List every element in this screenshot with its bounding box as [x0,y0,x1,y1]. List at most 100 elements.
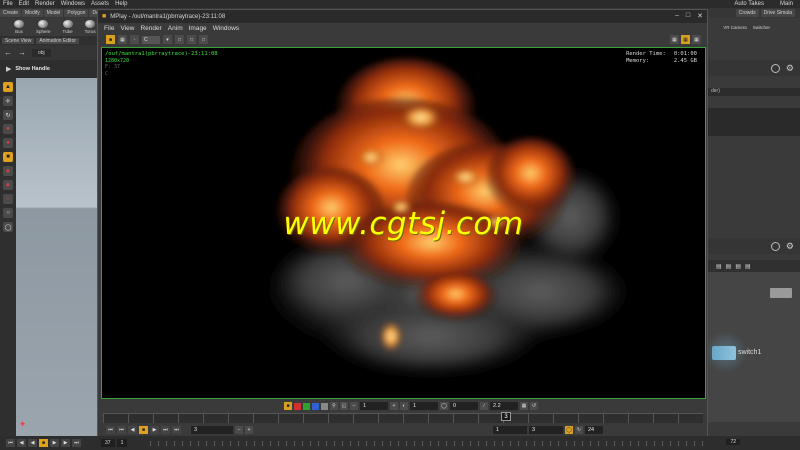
zoom-icon[interactable]: ⚲ [330,402,338,410]
forward-arrow-icon[interactable]: → [18,48,26,57]
network-path[interactable]: obj [32,48,51,57]
network-tool-icon[interactable]: ▤ [735,263,741,270]
alpha-channel-swatch[interactable] [321,402,328,410]
parameter-field[interactable]: der) [708,88,800,96]
render-view[interactable]: /out/mantra1(pbrraytrace)-23:11:08 1280x… [101,47,706,399]
play-button[interactable]: ▶ [150,425,159,434]
range-start-field[interactable]: 1 [493,425,527,434]
auto-takes-toggle[interactable]: Auto Takes [731,1,767,7]
mplay-menu-windows[interactable]: Windows [213,25,239,32]
network-node[interactable] [770,288,792,298]
handle-tool-icon[interactable]: ● [3,138,13,148]
fps-field[interactable]: 24 [585,425,603,434]
black-point-icon[interactable]: ◯ [440,402,448,410]
exposure-minus-icon[interactable]: – [350,402,358,410]
scale-tool-icon[interactable]: ● [3,124,13,134]
shelf-tab-create[interactable]: Create [0,9,22,17]
menu-windows[interactable]: Windows [58,1,88,7]
maximize-icon[interactable]: □ [686,12,690,20]
shelf-tab-polygon[interactable]: Polygon [64,9,89,17]
mplay-menu-view[interactable]: View [120,25,134,32]
mplay-menu-file[interactable]: File [104,25,114,32]
pin-icon[interactable]: ■ [106,35,115,44]
current-frame-marker[interactable]: 3 [501,412,511,421]
black-point-field[interactable]: 0 [450,402,478,410]
current-frame-field[interactable]: 37 [101,439,115,447]
shelf-tab-crowds[interactable]: Crowds [735,9,759,17]
layer-icon[interactable]: ▾ [163,35,172,44]
compare-view-icon[interactable]: ▦ [692,35,701,44]
shelf-tool-box[interactable]: Box [14,20,24,34]
end-frame-field[interactable]: 72 [726,439,740,445]
close-icon[interactable]: ✕ [697,12,703,20]
network-tool-icon[interactable]: ▤ [726,263,732,270]
green-channel-swatch[interactable] [303,402,310,410]
play-back-button[interactable]: ◀ [28,439,37,447]
shelf-tool-vr-camera[interactable]: VR Camera [723,25,747,30]
realtime-toggle-icon[interactable]: ◯ [565,425,573,434]
mplay-menu-anim[interactable]: Anim [168,25,183,32]
main-timeline-ruler[interactable] [150,441,710,446]
reset-display-icon[interactable]: ↺ [530,402,538,410]
exposure-field[interactable]: 1 [360,402,388,410]
handle-arrow-icon[interactable]: ▶ [6,65,11,73]
play-button[interactable]: ▶ [50,439,59,447]
snap-tool-icon[interactable]: ○ [3,208,13,218]
loop-icon[interactable]: ↻ [575,425,583,434]
next-key-button[interactable]: ▶ [61,439,70,447]
stop-button[interactable]: ■ [39,439,48,447]
blue-channel-swatch[interactable] [312,402,319,410]
lasso-tool-icon[interactable]: ❖ [3,166,13,176]
last-frame-button[interactable]: ⏭ [172,425,181,434]
parameter-table[interactable] [708,108,800,136]
next-frame-button[interactable]: ⏭ [161,425,170,434]
desktop-selector[interactable]: Main [777,1,796,7]
menu-render[interactable]: Render [32,1,58,7]
gear-icon[interactable]: ⚙ [786,63,794,73]
shelf-tool-switcher[interactable]: Switcher [753,25,770,30]
help-icon[interactable] [770,241,780,251]
lut-icon[interactable]: ▦ [520,402,528,410]
step-minus-icon[interactable]: – [235,425,243,434]
stop-button[interactable]: ■ [139,425,148,434]
shelf-tab-drive-simula[interactable]: Drive Simula [760,9,795,17]
play-reverse-button[interactable]: ◀ [128,425,137,434]
menu-assets[interactable]: Assets [88,1,112,7]
gamma-icon[interactable]: ∕ [480,402,488,410]
rotate-tool-icon[interactable]: ↻ [3,110,13,120]
pose-tool-icon[interactable]: ■ [3,152,13,162]
network-tool-icon[interactable]: ▤ [745,263,751,270]
mplay-titlebar[interactable]: ■ MPlay - /out/mantra1(pbrraytrace)-23:1… [98,10,707,23]
menu-file[interactable]: File [0,1,16,7]
image-option-icon[interactable]: □ [199,35,208,44]
mplay-menu-render[interactable]: Render [140,25,161,32]
single-view-icon[interactable]: ▦ [681,35,690,44]
help-icon[interactable] [770,63,780,73]
shelf-tab-modify[interactable]: Modify [22,9,43,17]
exposure-plus-icon[interactable]: + [390,402,398,410]
shelf-tool-sphere[interactable]: Sphere [36,20,51,34]
shelf-tool-tube[interactable]: Tube [63,20,73,34]
link-icon[interactable]: ▦ [118,35,127,44]
gear-icon[interactable]: ⚙ [786,241,794,251]
gain-field[interactable]: 1 [410,402,438,410]
image-option-icon[interactable]: □ [175,35,184,44]
contrast-icon[interactable]: ◐ [400,402,408,410]
rgb-mode-icon[interactable]: ■ [284,402,292,410]
exposure-icon[interactable]: ◱ [340,402,348,410]
mplay-timeline[interactable] [103,413,703,423]
scene-viewport[interactable]: ✚ [16,78,97,436]
red-channel-swatch[interactable] [294,402,301,410]
tab-scene-view[interactable]: Scene View [2,37,35,44]
first-frame-button[interactable]: ⏮ [106,425,115,434]
first-frame-button[interactable]: ⏮ [6,439,15,447]
channel-dropdown[interactable]: C [142,35,160,44]
back-arrow-icon[interactable]: ← [4,48,12,57]
image-option-icon[interactable]: □ [187,35,196,44]
prev-key-button[interactable]: ◀ [17,439,26,447]
channel-icon[interactable]: ◦ [130,35,139,44]
view-tool-icon[interactable]: ◯ [3,222,13,232]
magnet-icon[interactable]: ∩ [3,194,13,204]
prev-frame-button[interactable]: ⏮ [117,425,126,434]
menu-edit[interactable]: Edit [16,1,32,7]
